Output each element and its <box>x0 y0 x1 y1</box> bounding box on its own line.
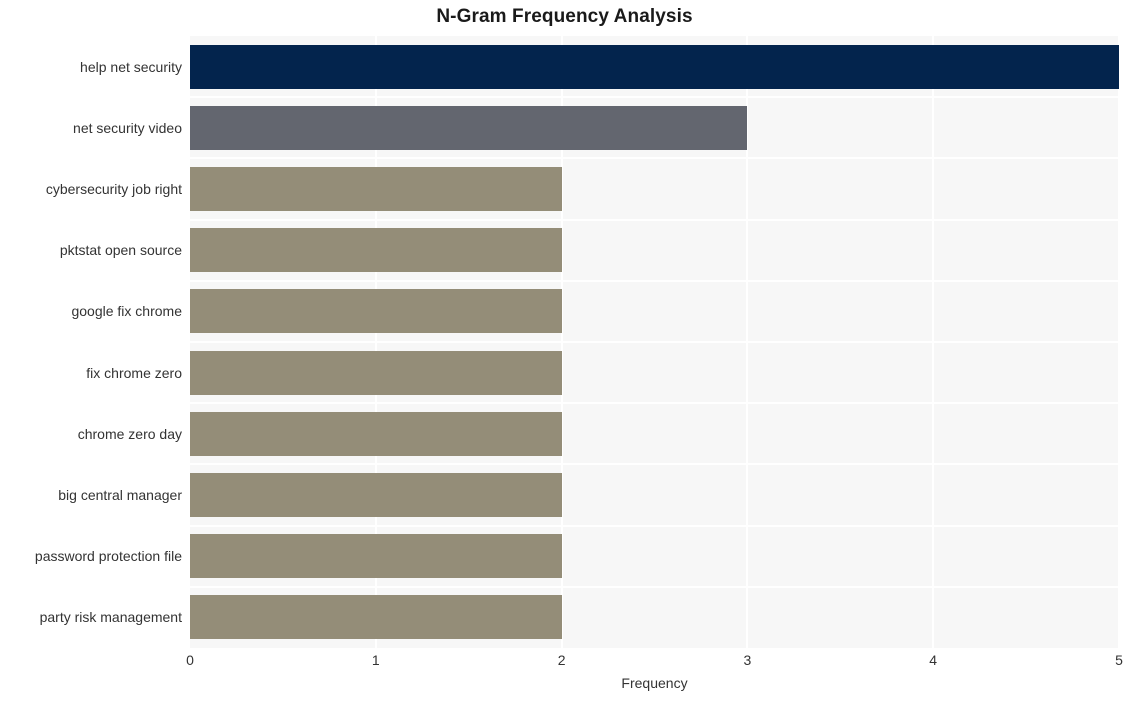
x-axis-tick-label: 2 <box>557 652 566 668</box>
bar <box>190 105 748 150</box>
gridline-horizontal <box>190 463 1119 466</box>
x-axis-tick-label: 1 <box>371 652 380 668</box>
y-axis-tick-label: chrome zero day <box>77 425 182 442</box>
y-axis-tick-label: net security video <box>73 119 182 136</box>
x-axis-tick-label: 0 <box>186 652 194 668</box>
gridline-horizontal <box>190 279 1119 282</box>
bar <box>190 534 562 579</box>
gridline-horizontal <box>190 585 1119 588</box>
bar <box>190 44 1119 89</box>
gridline-horizontal <box>190 96 1119 99</box>
y-axis-tick-label: password protection file <box>34 548 182 565</box>
y-axis-tick-label: google fix chrome <box>71 303 182 320</box>
bar <box>190 473 562 517</box>
plot-area <box>190 36 1120 648</box>
x-axis-tick-label: 4 <box>929 652 938 668</box>
gridline-horizontal <box>190 218 1119 221</box>
y-axis-tick-label: cybersecurity job right <box>45 181 182 197</box>
bar <box>190 289 562 334</box>
x-axis-tick-label: 3 <box>743 652 752 668</box>
y-axis-tick-label: party risk management <box>39 609 182 626</box>
x-axis-tick-label: 5 <box>1115 652 1123 668</box>
bar <box>190 167 562 211</box>
x-axis-tick-labels: 0 1 2 3 4 5 <box>0 652 1129 672</box>
y-axis-tick-label: big central manager <box>58 487 182 503</box>
y-axis-tick-label: help net security <box>80 58 182 75</box>
gridline-horizontal <box>190 157 1119 160</box>
bar <box>190 228 562 273</box>
chart-figure: N-Gram Frequency Analysis help net secur… <box>0 0 1129 701</box>
chart-title: N-Gram Frequency Analysis <box>436 6 693 27</box>
x-axis-label: Frequency <box>621 675 688 691</box>
bar <box>190 411 562 456</box>
y-axis-tick-label: pktstat open source <box>59 242 182 259</box>
gridline-horizontal <box>190 524 1119 527</box>
bar <box>190 595 562 640</box>
y-axis-tick-labels: help net security net security video cyber… <box>0 36 182 648</box>
gridline-horizontal <box>190 402 1119 405</box>
y-axis-tick-label: fix chrome zero <box>86 364 182 381</box>
gridline-horizontal <box>190 341 1119 343</box>
bar <box>190 350 562 395</box>
